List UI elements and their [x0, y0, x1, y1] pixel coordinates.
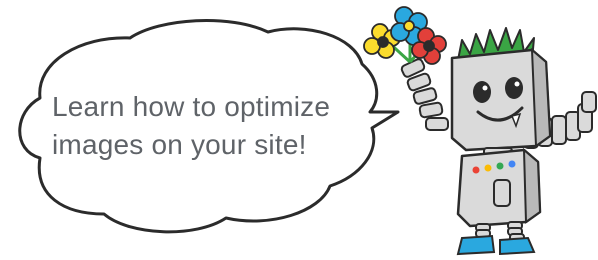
led-red-icon	[472, 166, 480, 174]
chest-panel-icon	[493, 179, 511, 207]
robot-raised-arm	[400, 58, 449, 131]
left-shoe-icon	[456, 234, 496, 256]
robot-mascot	[363, 6, 597, 256]
right-eye-icon	[505, 77, 523, 99]
robot-head	[450, 47, 552, 152]
speech-bubble-text: Learn how to optimize images on your sit…	[52, 88, 372, 164]
speech-bubble-line-1: Learn how to optimize	[52, 91, 331, 122]
speech-bubble-line-2: images on your site!	[52, 129, 307, 160]
led-yellow-icon	[484, 164, 492, 172]
robot-body	[456, 147, 542, 228]
led-blue-icon	[508, 160, 516, 168]
flower-bouquet	[363, 6, 447, 65]
robot-shoes	[456, 234, 536, 256]
led-green-icon	[496, 162, 504, 170]
right-shoe-icon	[499, 236, 536, 256]
left-eye-icon	[473, 81, 491, 103]
